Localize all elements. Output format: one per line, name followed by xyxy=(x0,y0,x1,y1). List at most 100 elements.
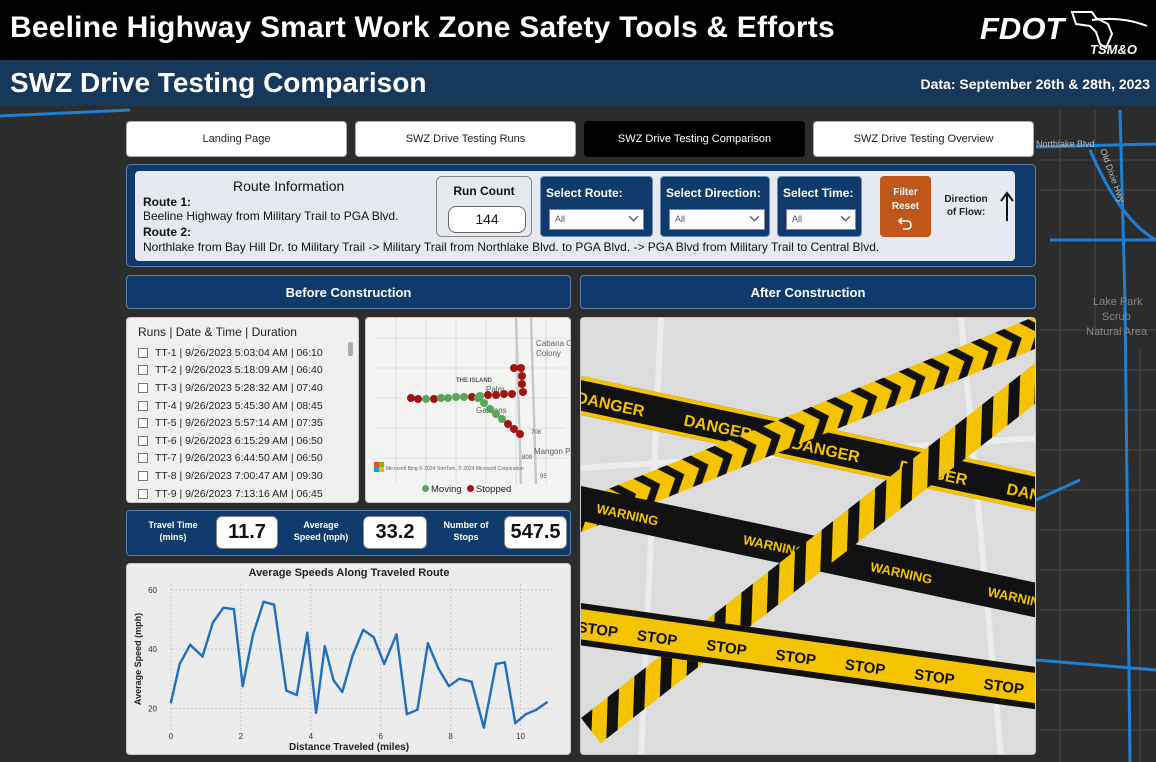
x-tick-label: 4 xyxy=(309,732,314,741)
select-time-value: All xyxy=(792,214,803,224)
legend-label-stopped: Stopped xyxy=(475,484,512,495)
dashboard-title: Beeline Highway Smart Work Zone Safety T… xyxy=(10,11,835,44)
list-item[interactable]: TT-2 | 9/26/2023 5:18:09 AM | 06:40 xyxy=(138,362,323,380)
data-point xyxy=(306,631,309,635)
data-point xyxy=(241,684,244,688)
x-tick-label: 10 xyxy=(516,732,525,741)
data-point xyxy=(383,662,386,666)
data-point xyxy=(545,701,548,704)
data-point xyxy=(332,679,335,682)
list-item[interactable]: TT-9 | 9/26/2023 7:13:16 AM | 06:45 xyxy=(138,485,323,502)
run-label: TT-5 | 9/26/2023 5:57:14 AM | 07:35 xyxy=(155,417,323,430)
data-point xyxy=(232,607,236,611)
svg-text:Scrub: Scrub xyxy=(1102,311,1131,323)
route-filter-panel: Route Information Route 1: Beeline Highw… xyxy=(126,164,1036,267)
route-map[interactable]: Cabana Colony Colony THE ISLAND Palm Gar… xyxy=(365,317,571,503)
data-point xyxy=(295,693,299,697)
checkbox[interactable] xyxy=(138,365,148,376)
select-direction-dropdown[interactable]: All xyxy=(669,209,765,230)
data-point xyxy=(222,606,225,609)
list-item[interactable]: TT-3 | 9/26/2023 5:28:32 AM | 07:40 xyxy=(138,379,323,397)
svg-text:708: 708 xyxy=(531,430,542,436)
select-time-dropdown[interactable]: All xyxy=(786,209,856,230)
checkbox[interactable] xyxy=(138,382,148,393)
scrollbar[interactable] xyxy=(348,342,353,356)
run-count-value: 144 xyxy=(448,206,526,233)
list-item[interactable]: TT-6 | 9/26/2023 6:15:29 AM | 06:50 xyxy=(138,432,323,450)
route1-label: Route 1: xyxy=(143,195,191,209)
stops-value: 547.5 xyxy=(504,516,567,549)
data-point xyxy=(285,689,288,692)
y-tick-label: 60 xyxy=(148,586,157,595)
svg-text:Natural Area: Natural Area xyxy=(1086,326,1148,338)
select-route-dropdown[interactable]: All xyxy=(549,209,644,230)
checkbox[interactable] xyxy=(138,453,148,464)
data-point xyxy=(514,721,517,725)
data-point xyxy=(272,603,276,606)
list-item[interactable]: TT-7 | 9/26/2023 6:44:50 AM | 06:50 xyxy=(138,450,323,468)
run-label: TT-1 | 9/26/2023 5:03:04 AM | 06:10 xyxy=(155,346,323,359)
subtitle-bar: SWZ Drive Testing Comparison Data: Septe… xyxy=(0,60,1156,106)
route1-text: Beeline Highway from Military Trail to P… xyxy=(143,209,399,223)
data-point xyxy=(189,643,192,646)
data-point xyxy=(251,633,255,636)
route2-text: Northlake from Bay Hill Dr. to Military … xyxy=(143,240,880,254)
tab-swz-drive-testing-overview[interactable]: SWZ Drive Testing Overview xyxy=(813,121,1034,157)
run-label: TT-3 | 9/26/2023 5:28:32 AM | 07:40 xyxy=(155,381,323,394)
after-construction-header: After Construction xyxy=(580,275,1036,309)
svg-text:Northlake Blvd: Northlake Blvd xyxy=(1036,139,1095,149)
data-point xyxy=(362,628,365,632)
x-tick-label: 2 xyxy=(239,732,244,741)
undo-icon xyxy=(897,217,912,230)
speed-chart-card: Average Speeds Along Traveled Route Dist… xyxy=(126,563,571,755)
select-route-value: All xyxy=(555,214,566,224)
list-item[interactable]: TT-5 | 9/26/2023 5:57:14 AM | 07:35 xyxy=(138,414,323,432)
run-count-label: Run Count xyxy=(453,184,515,198)
speed-line-chart: Average Speeds Along Traveled Route Dist… xyxy=(133,567,552,753)
run-label: TT-6 | 9/26/2023 6:15:29 AM | 06:50 xyxy=(155,434,323,447)
data-point xyxy=(314,711,318,714)
select-route-card: Select Route: All xyxy=(540,176,653,237)
list-item[interactable]: TT-4 | 9/26/2023 5:45:30 AM | 08:45 xyxy=(138,397,323,415)
y-tick-label: 20 xyxy=(148,704,157,713)
checkbox[interactable] xyxy=(138,435,148,446)
runs-list-header: Runs | Date & Time | Duration xyxy=(138,325,297,339)
checkbox[interactable] xyxy=(138,470,148,481)
checkbox[interactable] xyxy=(138,418,148,429)
run-label: TT-4 | 9/26/2023 5:45:30 AM | 08:45 xyxy=(155,399,323,412)
list-item[interactable]: TT-1 | 9/26/2023 5:03:04 AM | 06:10 xyxy=(138,344,323,362)
data-point xyxy=(405,713,409,716)
route2-label: Route 2: xyxy=(143,225,191,239)
x-tick-label: 0 xyxy=(169,732,174,741)
checkbox[interactable] xyxy=(138,488,148,499)
select-direction-value: All xyxy=(675,214,686,224)
x-axis-label: Distance Traveled (miles) xyxy=(289,742,409,753)
after-construction-panel: DANGER DANGER DANGER DANGER DANGER WARNI… xyxy=(580,317,1036,755)
data-point xyxy=(426,642,430,645)
svg-text:Microsoft Bing © 2024 TomTom,: Microsoft Bing © 2024 TomTom, © 2024 Mic… xyxy=(386,465,524,472)
run-count-card: Run Count 144 xyxy=(436,176,532,237)
run-label: TT-9 | 9/26/2023 7:13:16 AM | 06:45 xyxy=(155,487,323,500)
tab-swz-drive-testing-comparison[interactable]: SWZ Drive Testing Comparison xyxy=(584,121,805,157)
data-point xyxy=(262,600,265,603)
page-title: SWZ Drive Testing Comparison xyxy=(10,67,427,98)
list-item[interactable]: TT-8 | 9/26/2023 7:00:47 AM | 09:30 xyxy=(138,467,323,485)
data-point xyxy=(416,708,419,711)
checkbox[interactable] xyxy=(138,347,148,358)
filter-reset-button[interactable]: Filter Reset xyxy=(880,176,931,237)
avg-speed-label: Average Speed (mph) xyxy=(293,520,349,542)
data-point xyxy=(323,644,326,648)
fdot-logo: FDOT TSM&O xyxy=(980,11,1148,57)
run-label: TT-7 | 9/26/2023 6:44:50 AM | 06:50 xyxy=(155,452,323,465)
svg-text:Mangon Park: Mangon Park xyxy=(534,447,571,456)
tab-swz-drive-testing-runs[interactable]: SWZ Drive Testing Runs xyxy=(355,121,576,157)
map-canvas: Cabana Colony Colony THE ISLAND Palm Gar… xyxy=(366,318,571,485)
data-point xyxy=(437,667,440,670)
checkbox[interactable] xyxy=(138,400,148,411)
data-point xyxy=(482,726,486,729)
x-tick-label: 6 xyxy=(378,732,383,741)
map-label-colony: Colony xyxy=(536,349,561,358)
svg-text:95: 95 xyxy=(540,474,547,480)
direction-of-flow-label: Direction of Flow: xyxy=(944,194,988,218)
tab-landing-page[interactable]: Landing Page xyxy=(126,121,347,157)
